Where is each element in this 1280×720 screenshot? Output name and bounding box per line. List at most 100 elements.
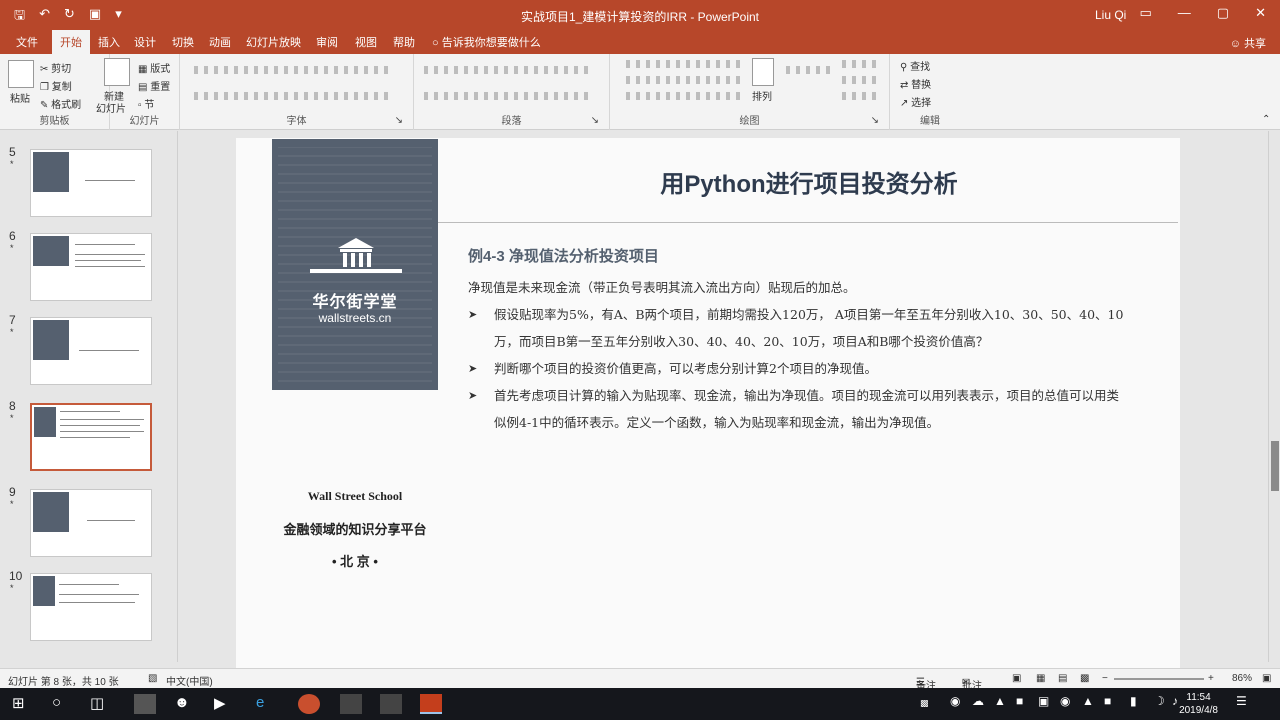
zoom-in-icon[interactable]: + [1208,673,1214,684]
paste-icon[interactable] [8,60,34,88]
paragraph-controls-row1[interactable] [424,66,594,74]
replace-button[interactable]: ⇄ 替换 [900,76,931,91]
zoom-out-icon[interactable]: − [1102,673,1108,684]
fit-slide-icon[interactable]: ▣ [1262,673,1271,684]
quick-styles-gallery[interactable] [786,66,836,74]
bullet-item: ➤ 首先考虑项目计算的输入为贴现率、现金流，输出为净现值。项目的现金流可以用列表… [468,382,1128,436]
collapse-ribbon-icon[interactable]: ⌃ [1262,114,1270,125]
minimize-button[interactable]: — [1178,5,1191,21]
find-button[interactable]: ⚲ 查找 [900,58,930,73]
reset-button[interactable]: ▤ 重置 [138,78,170,93]
tab-slideshow[interactable]: 幻灯片放映 [246,34,301,50]
close-button[interactable]: ✕ [1255,5,1266,21]
paste-button[interactable]: 粘贴 [10,90,30,105]
ime-indicator-icon[interactable]: ▩ [920,698,942,718]
app-icon[interactable]: ▶ [214,694,236,714]
layout-icon: ▦ [138,64,151,75]
taskbar-clock[interactable]: 11:54 2019/4/8 [1179,691,1218,717]
bullet-text: 首先考虑项目计算的输入为贴现率、现金流，输出为净现值。项目的现金流可以用列表表示… [494,388,1120,430]
network-icon[interactable]: ◉ [950,694,972,714]
tab-home[interactable]: 开始 [52,30,90,54]
slide-thumbnail-5[interactable] [30,149,152,217]
font-controls-row1[interactable] [194,66,394,74]
font-controls-row2[interactable] [194,92,394,100]
shape-fill-button[interactable] [842,60,882,68]
tray-app-icon-2[interactable]: ▣ [1038,694,1060,714]
cloud-icon[interactable]: ☁ [972,694,994,714]
clock-time: 11:54 [1186,692,1211,703]
arrange-button[interactable]: 排列 [752,88,772,103]
arrange-icon[interactable] [752,58,774,86]
wechat-icon[interactable]: ☻ [174,694,196,714]
share-button[interactable]: ☺ 共享 [1230,35,1266,51]
user-name[interactable]: Liu Qi [1095,8,1126,22]
vertical-scrollbar[interactable] [1268,131,1280,662]
reading-view-icon[interactable]: ▤ [1058,673,1067,684]
tab-transitions[interactable]: 切换 [172,34,194,50]
tray-app-icon-3[interactable]: ◉ [1060,694,1082,714]
task-view-icon[interactable]: ◫ [90,694,112,714]
spellcheck-icon[interactable]: ▧ [148,673,157,684]
tray-app-icon-5[interactable]: ■ [1104,694,1126,714]
zoom-slider[interactable] [1114,678,1204,680]
battery-icon[interactable]: ▮ [1130,694,1152,714]
paragraph-dialog-launcher-icon[interactable]: ↘ [591,115,599,126]
tab-view[interactable]: 视图 [355,34,377,50]
tray-app-icon-4[interactable]: ▲ [1082,694,1104,714]
select-button[interactable]: ↗ 选择 [900,94,931,109]
slide-sorter-icon[interactable]: ▦ [1036,673,1045,684]
tab-animations[interactable]: 动画 [209,34,231,50]
thumb-text-line [59,594,139,595]
chrome-icon[interactable] [298,694,320,714]
slide-thumbnail-6[interactable] [30,233,152,301]
notification-icon[interactable]: ▲ [994,694,1016,714]
cortana-search-icon[interactable]: ○ [52,694,74,714]
shapes-gallery-row3[interactable] [626,92,746,100]
tell-me-search[interactable]: ○ 告诉我你想要做什么 [432,34,541,50]
format-painter-button[interactable]: ✎ 格式刷 [40,96,81,111]
font-dialog-launcher-icon[interactable]: ↘ [395,115,403,126]
tab-file[interactable]: 文件 [16,34,38,50]
slide-body-text[interactable]: 净现值是未来现金流（带正负号表明其流入流出方向）贴现后的加总。 ➤ 假设贴现率为… [468,274,1128,436]
slide-thumbnail-7[interactable] [30,317,152,385]
cut-button[interactable]: ✂ 剪切 [40,60,71,75]
slide-counter: 幻灯片 第 8 张，共 10 张 [8,677,119,688]
scrollbar-thumb[interactable] [1271,441,1279,491]
tab-insert[interactable]: 插入 [98,34,120,50]
slide-thumbnail-10[interactable] [30,573,152,641]
drawing-dialog-launcher-icon[interactable]: ↘ [871,115,879,126]
slide-thumbnail-8-selected[interactable] [30,403,152,471]
windows-start-icon[interactable]: ⊞ [12,694,34,714]
new-slide-icon[interactable] [104,58,130,86]
tab-design[interactable]: 设计 [134,34,156,50]
slide-thumbnail-9[interactable] [30,489,152,557]
action-center-icon[interactable]: ☰ [1236,694,1258,714]
layout-button[interactable]: ▦ 版式 [138,60,170,75]
edge-browser-icon[interactable]: e [256,694,278,714]
tab-review[interactable]: 审阅 [316,34,338,50]
shape-outline-button[interactable] [842,76,882,84]
shapes-gallery-row2[interactable] [626,76,746,84]
copy-button[interactable]: ❐ 复制 [40,78,72,93]
slideshow-view-icon[interactable]: ▩ [1080,673,1089,684]
brand-url: wallstreets.cn [318,311,392,325]
maximize-button[interactable]: ▢ [1217,5,1229,21]
zoom-level[interactable]: 86% [1232,673,1252,684]
section-button[interactable]: ▫ 节 [138,96,154,111]
example-subheading[interactable]: 例4-3 净现值法分析投资项目 [468,245,659,266]
language-indicator[interactable]: 中文(中国) [166,673,213,688]
window-title: 实战项目1_建模计算投资的IRR - PowerPoint [520,10,760,24]
app-window-icon-2[interactable] [380,694,402,714]
ribbon-display-options-button[interactable]: ▭ [1140,5,1152,21]
slide-title[interactable]: 用Python进行项目投资分析 [440,164,1178,199]
paragraph-controls-row2[interactable] [424,92,594,100]
thumb-logo-block [33,320,69,360]
powerpoint-icon[interactable] [420,694,442,714]
tray-app-icon[interactable]: ■ [1016,694,1038,714]
shapes-gallery-row1[interactable] [626,60,746,68]
app-window-icon[interactable] [340,694,362,714]
shape-effects-button[interactable] [842,92,882,100]
tab-help[interactable]: 帮助 [393,34,415,50]
file-explorer-icon[interactable] [134,694,156,714]
normal-view-icon[interactable]: ▣ [1012,673,1021,684]
